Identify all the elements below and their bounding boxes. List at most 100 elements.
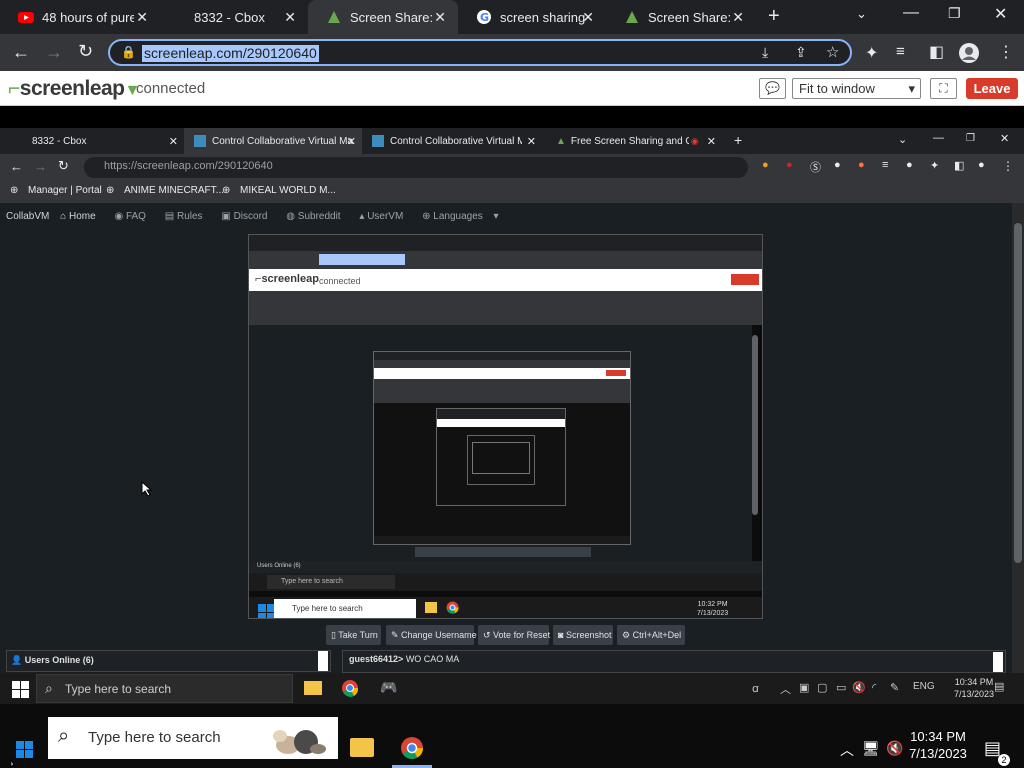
leave-button[interactable]: Leave: [966, 78, 1018, 99]
screenshot-label: Screenshot: [565, 630, 612, 640]
nav-subreddit: ◍ Subreddit: [286, 211, 341, 222]
tab-cbox[interactable]: 8332 - Cbox ✕: [160, 0, 308, 34]
tab-screen-share-active[interactable]: Screen Share: 2 ✕: [308, 0, 458, 34]
restore-icon[interactable]: ❐: [948, 5, 961, 22]
chat-message: WO CAO MA: [405, 654, 460, 664]
volume-muted-icon[interactable]: 🔇: [886, 740, 903, 757]
back-arrow-icon: ←: [10, 159, 23, 174]
network-icon[interactable]: 🖥: [862, 740, 880, 757]
url-text[interactable]: screenleap.com/290120640: [142, 45, 319, 62]
vm-connected-label: connected: [319, 276, 361, 286]
minimize-icon[interactable]: —: [903, 4, 919, 22]
taskbar-clock[interactable]: 10:34 PM 7/13/2023: [908, 728, 968, 762]
chat-bubble-button[interactable]: 💬: [759, 78, 786, 99]
close-tab-icon: ✕: [346, 135, 356, 148]
screenshot-button[interactable]: ◙ Screenshot: [553, 625, 613, 645]
take-turn-button[interactable]: ▯ Take Turn: [326, 625, 381, 645]
media-control-icon[interactable]: ≡: [896, 43, 905, 60]
search-icon: ⌕: [45, 680, 53, 696]
close-tab-icon[interactable]: ✕: [284, 9, 296, 26]
inner-tab-title: Control Collaborative Virtual Ma: [212, 135, 353, 147]
users-scrollbar[interactable]: [318, 651, 328, 671]
new-tab-button[interactable]: +: [768, 5, 780, 28]
battery-icon: ▭: [836, 682, 847, 694]
vm-users-label: Users Online (6): [257, 563, 301, 569]
inner-date: 7/13/2023: [953, 689, 994, 699]
nav-uservm-label: UserVM: [367, 211, 404, 222]
close-tab-icon[interactable]: ✕: [582, 9, 594, 26]
fit-select[interactable]: Fit to window ▾: [792, 78, 921, 99]
install-icon[interactable]: ⤓: [762, 44, 768, 61]
close-window-icon[interactable]: ✕: [994, 4, 1007, 24]
ctrl-alt-del-button[interactable]: ⚙ Ctrl+Alt+Del: [617, 625, 685, 645]
taskbar-date: 7/13/2023: [909, 746, 967, 761]
vm-url-highlight: [319, 254, 405, 265]
windows-start-button[interactable]: [16, 741, 33, 758]
screenleap-icon: [328, 11, 340, 23]
inner-url-text: https://screenleap.com/290120640: [104, 160, 273, 172]
lock-icon: 🔒: [121, 45, 136, 59]
taskbar-search-box[interactable]: ⌕ Type here to search: [48, 717, 338, 759]
shared-screen[interactable]: 8332 - Cbox ✕ Control Collaborative Virtu…: [0, 106, 1024, 704]
chevron-up-icon[interactable]: ︿: [840, 740, 854, 760]
extension-icon: ●: [786, 159, 793, 171]
vm-search-text: Type here to search: [292, 604, 363, 613]
vm-inner-search: Type here to search: [267, 575, 395, 589]
collabvm-brand: CollabVM: [6, 211, 50, 222]
deepest-frame: [472, 442, 530, 474]
media-control-icon: ≡: [882, 159, 889, 171]
inner-search-box: ⌕ Type here to search: [36, 674, 293, 703]
tab-title: Screen Share: 2: [350, 9, 434, 25]
omnibox[interactable]: 🔒 screenleap.com/290120640 ⤓ ⇪ ☆: [108, 39, 852, 66]
close-tab-icon[interactable]: ✕: [732, 9, 744, 26]
close-window-icon: ✕: [1000, 133, 1010, 145]
monitor-icon: [194, 135, 206, 147]
bookmark-icon: ⊕: [10, 185, 19, 196]
inner-tab-cbox: 8332 - Cbox ✕: [22, 128, 184, 154]
star-icon[interactable]: ☆: [826, 43, 839, 61]
globe-icon: ⊕: [106, 185, 115, 196]
chrome-taskbar-button[interactable]: [400, 736, 424, 760]
vm-windows-start-icon: [258, 604, 275, 618]
close-tab-icon[interactable]: ✕: [136, 9, 148, 26]
tab-search-chevron-icon[interactable]: ⌄: [856, 6, 867, 22]
side-panel-icon[interactable]: ◧: [929, 42, 944, 62]
screenleap-icon: ▲: [556, 135, 566, 147]
restore-icon: ❐: [966, 133, 975, 144]
mouse-cursor-icon: [141, 481, 153, 497]
vm-display: ⌐screenleap connected Users Online (6) T…: [248, 234, 763, 619]
menu-kebab-icon: ⋮: [1002, 159, 1014, 173]
extensions-puzzle-icon[interactable]: ✦: [865, 43, 878, 63]
tab-title: screen sharing: [500, 9, 586, 25]
close-tab-icon[interactable]: ✕: [434, 9, 446, 26]
profile-avatar-icon[interactable]: [958, 42, 980, 64]
tab-youtube[interactable]: 48 hours of pure ✕: [0, 0, 160, 34]
file-explorer-icon: [304, 681, 322, 695]
collabvm-page: CollabVM ⌂ Home ◉ FAQ ▤ Rules ▣ Discord …: [0, 203, 1012, 673]
share-icon[interactable]: ⇪: [795, 44, 807, 61]
vm-clock: 10:32 PM 7/13/2023: [697, 600, 728, 618]
tab-screen-sharing[interactable]: G screen sharing ✕: [458, 0, 606, 34]
inner-tab-title: Control Collaborative Virtual Ma: [390, 135, 522, 147]
ctrl-alt-del-label: Ctrl+Alt+Del: [632, 630, 682, 640]
fullscreen-button[interactable]: ⛶: [930, 78, 957, 99]
nav-discord-label: Discord: [233, 211, 268, 222]
inner-page-scrollbar: [1012, 203, 1024, 673]
nested-screen-deeper: [436, 408, 566, 506]
profile-avatar-icon: ●: [978, 159, 985, 171]
tab-screen-share-2[interactable]: Screen Share: 2 ✕: [606, 0, 756, 34]
pen-icon: ✎: [890, 682, 900, 694]
vote-reset-label: Vote for Reset: [493, 630, 551, 640]
reload-icon[interactable]: ↻: [78, 41, 93, 62]
screenleap-icon: [626, 11, 638, 23]
change-username-button[interactable]: ✎ Change Username: [386, 625, 477, 645]
tray-icon: ▢: [817, 682, 828, 694]
globe-icon: ⊕: [222, 185, 231, 196]
menu-kebab-icon[interactable]: ⋮: [998, 42, 1014, 62]
forward-arrow-icon[interactable]: →: [45, 42, 63, 63]
file-explorer-button[interactable]: [350, 738, 374, 757]
vote-reset-button[interactable]: ↺ Vote for Reset: [478, 625, 551, 645]
logo-text: screenleap: [19, 77, 125, 100]
chat-scrollbar[interactable]: [993, 652, 1003, 672]
back-arrow-icon[interactable]: ←: [12, 42, 30, 63]
